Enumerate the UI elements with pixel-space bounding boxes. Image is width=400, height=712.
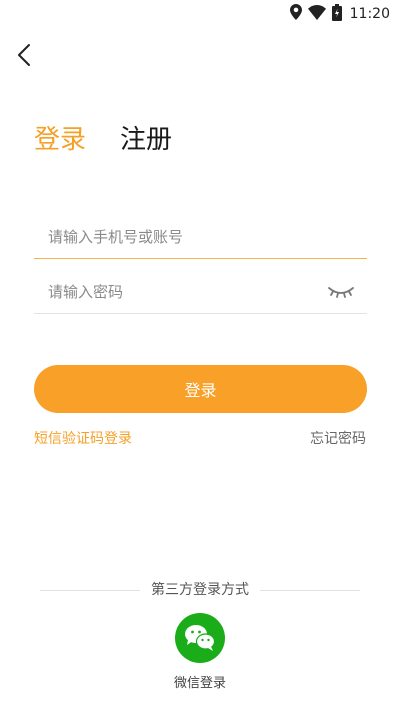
- forgot-password-link[interactable]: 忘记密码: [310, 428, 366, 448]
- account-input[interactable]: [34, 215, 367, 258]
- divider-right: [260, 590, 360, 591]
- location-icon: [289, 4, 302, 24]
- status-time: 11:20: [349, 6, 390, 22]
- eye-closed-icon: [328, 287, 354, 298]
- chevron-left-icon: [18, 44, 30, 66]
- wechat-icon: [185, 625, 216, 651]
- password-input[interactable]: [34, 270, 367, 313]
- wechat-login-button[interactable]: [175, 613, 225, 663]
- password-visibility-toggle[interactable]: [327, 282, 355, 302]
- password-field: [34, 270, 367, 314]
- tab-register[interactable]: 注册: [120, 123, 172, 157]
- login-button[interactable]: 登录: [34, 365, 367, 413]
- tab-login[interactable]: 登录: [34, 123, 86, 157]
- status-bar: 11:20: [0, 0, 400, 28]
- status-icons: 11:20: [289, 3, 390, 25]
- third-party-divider: 第三方登录方式: [40, 580, 360, 600]
- battery-charging-icon: [331, 3, 342, 25]
- account-field: [34, 215, 367, 259]
- wechat-login-label: 微信登录: [173, 676, 226, 691]
- sms-login-link[interactable]: 短信验证码登录: [34, 428, 132, 448]
- back-button[interactable]: [10, 40, 38, 70]
- auth-tabs: 登录 注册: [34, 122, 172, 158]
- wifi-icon: [307, 4, 326, 24]
